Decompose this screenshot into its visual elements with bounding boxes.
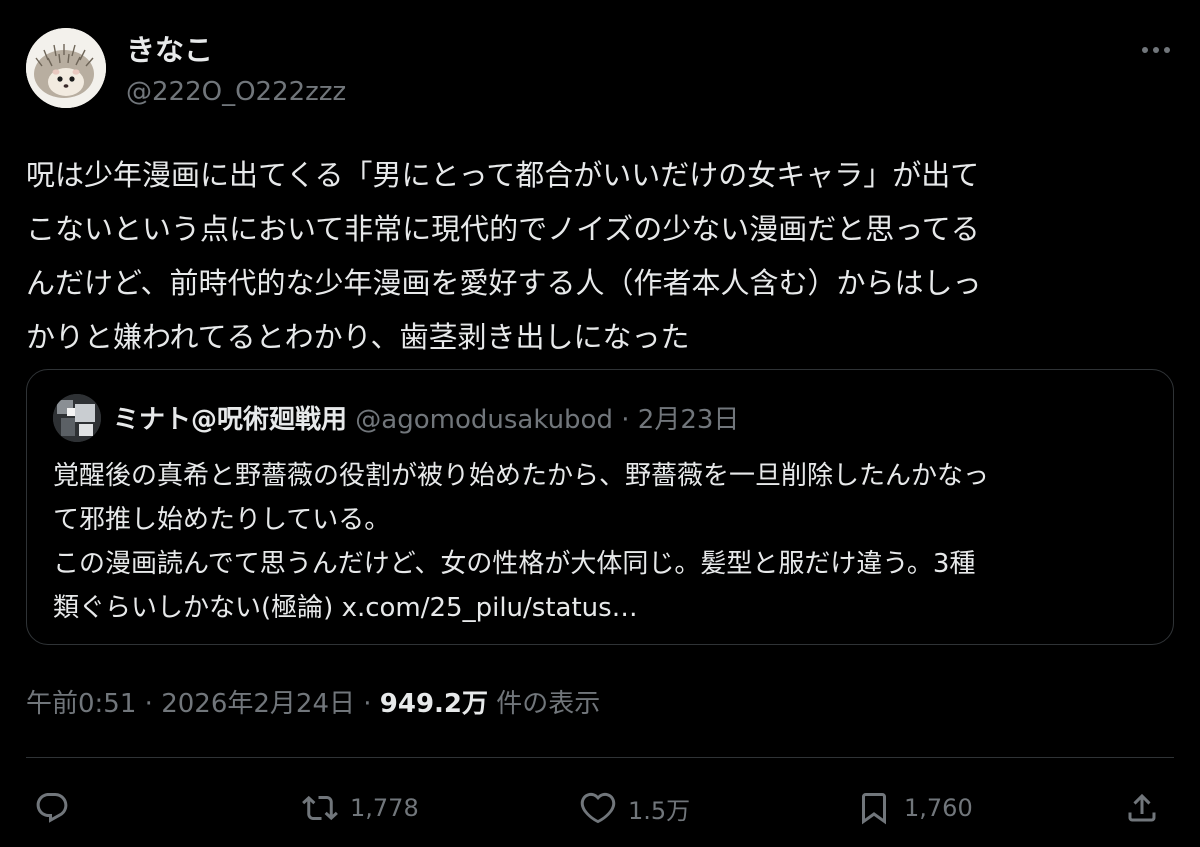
avatar[interactable]: [26, 28, 106, 108]
views-label: 件の表示: [488, 689, 601, 719]
share-icon: [1128, 793, 1156, 822]
more-options-button[interactable]: [1132, 32, 1180, 68]
like-count: 1.5万: [628, 796, 691, 825]
quote-header: ミナト@呪術廻戦用 @agomodusakubod · 2月23日: [113, 402, 739, 438]
author-handle[interactable]: @222O_O222zzz: [126, 74, 346, 110]
tweet-date[interactable]: 2026年2月24日: [161, 689, 355, 719]
quote-handle[interactable]: @agomodusakubod: [355, 405, 613, 435]
views-count: 949.2万: [379, 689, 489, 719]
bookmark-button[interactable]: 1,760: [856, 780, 973, 836]
quote-date[interactable]: 2月23日: [638, 405, 740, 435]
bookmark-icon: [862, 793, 886, 825]
author-display-name[interactable]: きなこ: [126, 30, 213, 70]
quote-link[interactable]: x.com/25_pilu/status…: [342, 593, 638, 623]
divider: [26, 757, 1174, 758]
heart-icon: [580, 792, 616, 824]
quote-avatar-image-icon: [53, 394, 101, 442]
retweet-button[interactable]: 1,778: [302, 780, 419, 836]
tweet-meta: 午前0:51 · 2026年2月24日 · 949.2万 件の表示: [26, 686, 600, 722]
quote-separator: ·: [621, 405, 630, 435]
quote-display-name[interactable]: ミナト@呪術廻戦用: [113, 405, 347, 435]
meta-separator: ·: [363, 689, 372, 719]
meta-separator: ·: [144, 689, 153, 719]
like-button[interactable]: 1.5万: [580, 780, 690, 836]
retweet-icon: [302, 795, 338, 821]
quote-avatar[interactable]: [53, 394, 101, 442]
share-button[interactable]: [1124, 780, 1160, 836]
quote-text: 覚醒後の真希と野薔薇の役割が被り始めたから、野薔薇を一旦削除したんかなっ て邪推…: [53, 454, 1153, 630]
more-dots-icon: [1142, 47, 1170, 53]
reply-button[interactable]: [34, 780, 70, 836]
reply-icon: [36, 793, 68, 823]
action-bar: 1,778 1.5万 1,760: [26, 780, 1174, 836]
tweet-time[interactable]: 午前0:51: [26, 689, 136, 719]
tweet-text: 呪は少年漫画に出てくる「男にとって都合がいいだけの女キャラ」が出て こないという…: [26, 158, 982, 354]
retweet-count: 1,778: [350, 794, 419, 822]
quote-tweet-card[interactable]: ミナト@呪術廻戦用 @agomodusakubod · 2月23日 覚醒後の真希…: [26, 369, 1174, 645]
hedgehog-avatar-icon: [26, 28, 106, 108]
bookmark-count: 1,760: [904, 794, 973, 822]
